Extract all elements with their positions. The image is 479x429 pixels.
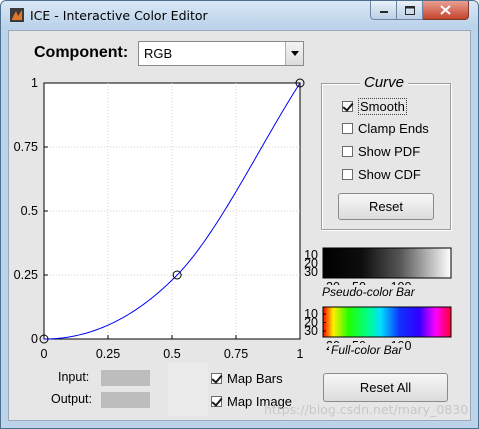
show-pdf-label: Show PDF: [358, 144, 421, 159]
map-image-checkbox-box[interactable]: [211, 396, 222, 407]
y-tick-label: 0.75: [14, 140, 38, 154]
reset-all-button[interactable]: Reset All: [323, 373, 448, 402]
clamp-ends-checkbox-box[interactable]: [342, 123, 353, 134]
show-cdf-checkbox-box[interactable]: [342, 169, 353, 180]
reset-button[interactable]: Reset: [338, 193, 434, 220]
smooth-checkbox[interactable]: Smooth: [342, 98, 407, 115]
input-label: Input:: [58, 370, 90, 384]
bar-y-tick-label: 30: [304, 324, 318, 338]
x-tick-label: 0: [41, 347, 48, 361]
show-cdf-label: Show CDF: [358, 167, 421, 182]
show-pdf-checkbox[interactable]: Show PDF: [342, 144, 420, 159]
y-tick-label: 0: [31, 332, 38, 346]
pseudo-color-bar-label: Pseudo-color Bar: [320, 285, 417, 299]
color-bars: 10203020501001020302050100: [304, 247, 452, 353]
input-value-field: [101, 370, 150, 386]
clamp-ends-checkbox[interactable]: Clamp Ends: [342, 121, 429, 136]
output-label: Output:: [51, 392, 92, 406]
plot-area[interactable]: [43, 82, 301, 340]
y-tick-label: 0.5: [21, 204, 38, 218]
clamp-ends-label: Clamp Ends: [358, 121, 429, 136]
curve-panel-title: Curve: [360, 74, 409, 91]
map-options-panel: [168, 363, 208, 416]
pseudo-color-bar[interactable]: [322, 247, 452, 279]
x-tick-label: 0.5: [163, 347, 180, 361]
x-tick-label: 0.75: [224, 347, 248, 361]
show-pdf-checkbox-box[interactable]: [342, 146, 353, 157]
show-cdf-checkbox[interactable]: Show CDF: [342, 167, 421, 182]
full-color-bar-label: Full-color Bar: [329, 343, 405, 357]
y-tick-label: 0.25: [14, 268, 38, 282]
y-tick-label: 1: [31, 76, 38, 90]
smooth-label: Smooth: [358, 98, 407, 115]
y-axis-ticks: 0 0.25 0.5 0.75 1: [14, 76, 48, 346]
map-bars-label: Map Bars: [227, 371, 283, 386]
watermark-text: https://blog.csdn.net/mary_0830: [264, 402, 469, 417]
map-bars-checkbox[interactable]: Map Bars: [211, 371, 283, 386]
output-value-field: [101, 392, 150, 408]
map-bars-checkbox-box[interactable]: [211, 373, 222, 384]
x-tick-label: 0.25: [96, 347, 120, 361]
full-color-bar[interactable]: [322, 306, 452, 338]
smooth-checkbox-box[interactable]: [342, 101, 353, 112]
bar-y-tick-label: 30: [304, 265, 318, 279]
